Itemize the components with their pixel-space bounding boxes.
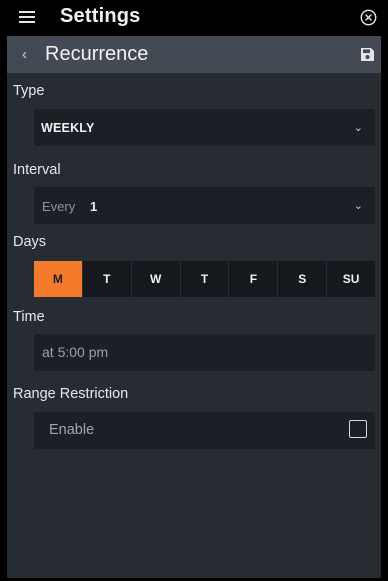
days-label: Days (13, 234, 47, 250)
day-button-thu[interactable]: T (180, 261, 229, 297)
chevron-left-icon[interactable]: ‹ (22, 46, 27, 63)
chevron-down-icon: ⌄ (353, 122, 363, 134)
settings-panel: Settings ‹ Recurrence Type WEEKLY ⌄ Inte… (7, 0, 381, 578)
type-select-value: WEEKLY (41, 121, 95, 135)
enable-checkbox[interactable] (349, 420, 367, 438)
close-circle-icon[interactable] (360, 9, 377, 26)
hamburger-icon[interactable] (19, 9, 37, 25)
app-title: Settings (60, 5, 141, 27)
day-button-wed[interactable]: W (131, 261, 180, 297)
save-icon[interactable] (360, 47, 375, 62)
sub-header: ‹ Recurrence (7, 36, 381, 73)
page-title: Recurrence (45, 43, 149, 65)
days-selector: M T W T F S SU (34, 261, 376, 297)
enable-label: Enable (49, 422, 95, 438)
range-restriction-label: Range Restriction (13, 386, 129, 402)
time-field[interactable]: at 5:00 pm (34, 334, 375, 371)
interval-select[interactable]: Every 1 ⌄ (34, 187, 375, 224)
day-button-sun[interactable]: SU (327, 261, 376, 297)
time-value: at 5:00 pm (42, 344, 109, 360)
chevron-down-icon: ⌄ (353, 200, 363, 212)
day-button-mon[interactable]: M (34, 261, 82, 297)
type-label: Type (13, 83, 45, 99)
time-label: Time (13, 309, 45, 325)
day-button-fri[interactable]: F (229, 261, 278, 297)
interval-value: 1 (90, 199, 98, 214)
every-label: Every (42, 199, 76, 214)
top-bar: Settings (7, 0, 381, 36)
interval-label: Interval (13, 162, 61, 178)
day-button-sat[interactable]: S (278, 261, 327, 297)
day-button-tue[interactable]: T (82, 261, 131, 297)
range-enable-row[interactable]: Enable (34, 412, 375, 449)
type-select[interactable]: WEEKLY ⌄ (34, 109, 375, 146)
